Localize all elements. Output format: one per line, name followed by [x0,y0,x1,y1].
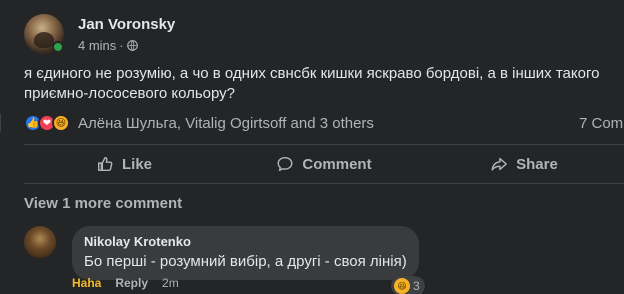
haha-icon: 😆 [52,114,70,132]
haha-reaction-link[interactable]: Haha [72,276,101,290]
author-block: Jan Voronsky 4 mins · [78,16,175,53]
commenter-name[interactable]: Nikolay Krotenko [84,234,407,250]
reaction-icons: 👍 ❤ 😆 [24,114,70,132]
comment-bubble: Nikolay Krotenko Бо перші - розумний виб… [72,226,425,294]
globe-icon [126,40,138,51]
haha-icon: 😆 [394,278,411,294]
post-text: я єдиного не розумію, а чо в одних свнсб… [24,65,600,102]
divider [24,144,624,145]
comment-button[interactable]: Comment [224,146,424,182]
post-time[interactable]: 4 mins [78,38,116,53]
post-header: Jan Voronsky 4 mins · [24,14,175,54]
like-label: Like [121,155,152,173]
reaction-names[interactable]: Алёна Шульга, Vitalig Ogirtsoff and 3 ot… [78,115,374,132]
comment-reaction-badge[interactable]: 😆 3 [391,276,425,294]
meta-separator: · [119,38,124,53]
share-button[interactable]: Share [424,146,624,182]
divider [24,183,624,184]
view-more-comments-link[interactable]: View 1 more comment [24,195,182,212]
online-status-dot [52,41,64,53]
comment-label: Comment [302,155,372,173]
comment-reaction-count: 3 [413,279,420,293]
reply-link[interactable]: Reply [115,276,148,290]
post-meta: 4 mins · [78,38,175,53]
author-name[interactable]: Jan Voronsky [78,16,175,34]
reactions-summary[interactable]: 👍 ❤ 😆 Алёна Шульга, Vitalig Ogirtsoff an… [24,112,624,134]
share-arrow-icon [491,157,508,171]
left-edge-bar [0,114,1,132]
thumbs-up-icon [97,156,113,172]
like-button[interactable]: Like [24,146,224,182]
commenter-avatar[interactable] [24,226,56,258]
share-label: Share [516,155,558,173]
comment-time[interactable]: 2m [162,276,179,290]
comment-actions: Haha Reply 2m [72,276,179,290]
comment-item: Nikolay Krotenko Бо перші - розумний виб… [24,226,425,294]
post-actions: Like Comment Share [24,146,624,182]
comment-count[interactable]: 7 Comm [579,115,624,132]
comment-text: Бо перші - розумний вибір, а другі - сво… [84,253,407,270]
comment-bubble-icon [277,156,293,172]
